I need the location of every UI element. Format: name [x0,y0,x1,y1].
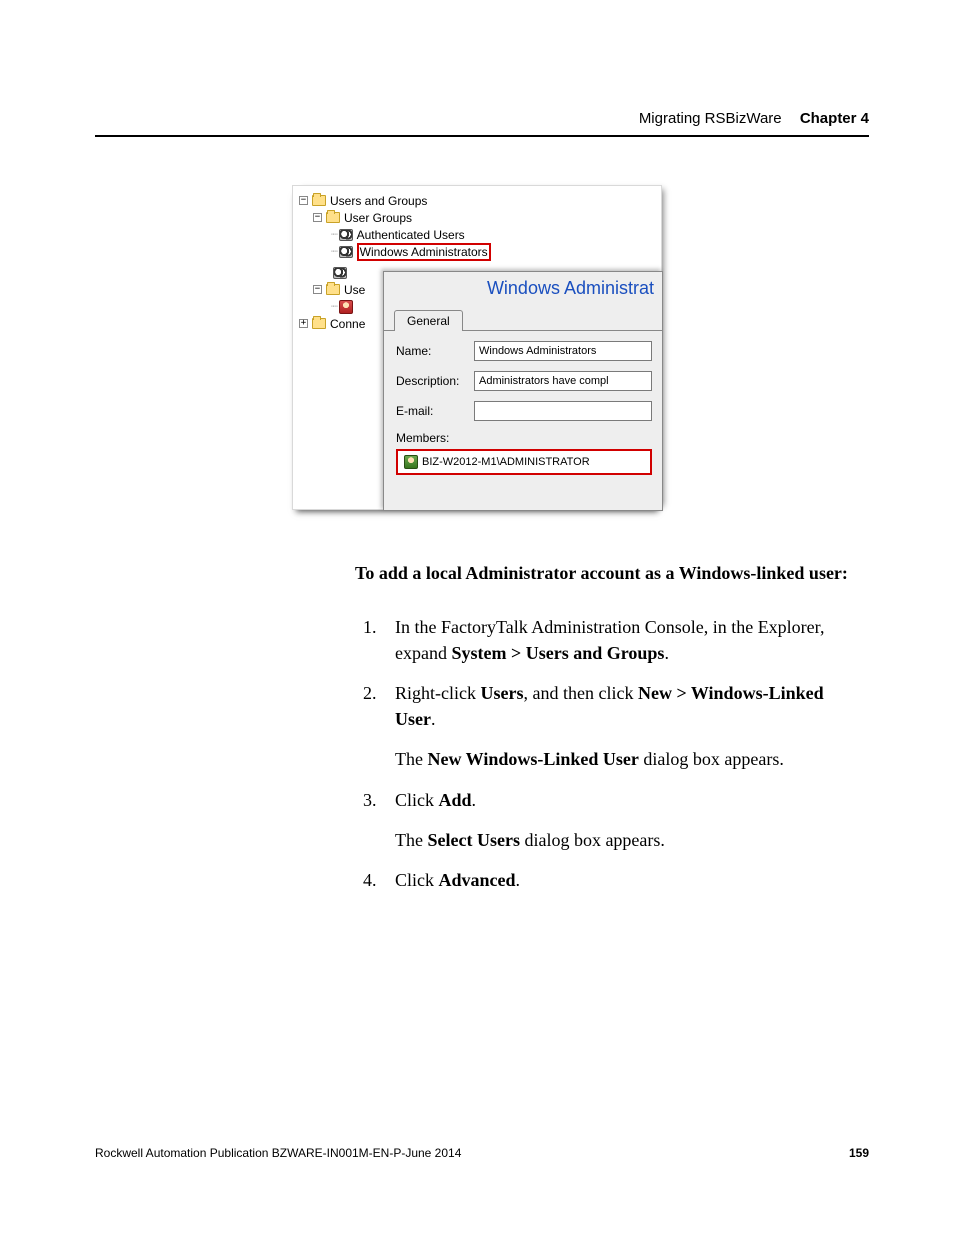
members-list[interactable]: BIZ-W2012-M1\ADMINISTRATOR [396,449,652,475]
description-label: Description: [396,374,474,388]
tree-item-windows-administrators[interactable]: ┈ Windows Administrators [331,243,491,260]
members-label: Members: [396,431,652,445]
tree-label: User Groups [344,211,412,225]
header-title: Migrating RSBizWare [639,110,782,127]
tree-item-user-groups[interactable]: − User Groups [313,209,491,226]
step-4: 4. Click Advanced. [355,867,859,893]
procedure-heading: To add a local Administrator account as … [355,560,859,586]
tree-label-selected: Windows Administrators [357,243,491,261]
step-3: 3. Click Add. The Select Users dialog bo… [355,787,859,853]
field-description: Description: Administrators have compl [396,371,652,391]
tree-connector: ┈ [331,228,337,241]
tree-label: Conne [330,317,365,331]
name-label: Name: [396,344,474,358]
collapse-icon[interactable]: − [313,285,322,294]
folder-icon [312,318,326,329]
properties-panel: Windows Administrat General Name: Window… [383,271,663,511]
body-content: To add a local Administrator account as … [355,560,859,907]
member-entry: BIZ-W2012-M1\ADMINISTRATOR [422,456,590,468]
collapse-icon[interactable]: − [313,213,322,222]
header-chapter: Chapter 4 [800,110,869,127]
user-icon [339,300,353,314]
group-icon [339,246,353,258]
tree-connector: ┈ [331,300,337,313]
tree-connector: ┈ [331,245,337,258]
folder-icon [312,195,326,206]
header-rule [95,135,869,137]
name-input[interactable]: Windows Administrators [474,341,652,361]
folder-icon [326,212,340,223]
group-icon [333,267,347,279]
tab-general[interactable]: General [394,310,463,331]
field-email: E-mail: [396,401,652,421]
expand-icon[interactable]: + [299,319,308,328]
tree-label: Use [344,283,365,297]
step-2: 2. Right-click Users, and then click New… [355,680,859,772]
panel-title: Windows Administrat [384,272,662,309]
page-header: Migrating RSBizWare Chapter 4 [95,110,869,137]
page-footer: Rockwell Automation Publication BZWARE-I… [95,1146,869,1160]
tree-item-authenticated-users[interactable]: ┈ Authenticated Users [331,226,491,243]
header-text: Migrating RSBizWare Chapter 4 [95,110,869,127]
collapse-icon[interactable]: − [299,196,308,205]
field-name: Name: Windows Administrators [396,341,652,361]
tree-label: Users and Groups [330,194,427,208]
description-input[interactable]: Administrators have compl [474,371,652,391]
user-icon [404,455,418,469]
step-1: 1. In the FactoryTalk Administration Con… [355,614,859,666]
tree-item-users-and-groups[interactable]: − Users and Groups [299,192,491,209]
publication-info: Rockwell Automation Publication BZWARE-I… [95,1146,461,1160]
email-input[interactable] [474,401,652,421]
email-label: E-mail: [396,404,474,418]
tab-body: Name: Windows Administrators Description… [384,330,662,483]
folder-icon [326,284,340,295]
procedure-list: 1. In the FactoryTalk Administration Con… [355,614,859,893]
page: Migrating RSBizWare Chapter 4 − Users an… [0,0,954,1235]
group-icon [339,229,353,241]
tree-label: Authenticated Users [357,228,465,242]
figure: − Users and Groups − User Groups ┈ Authe… [292,185,662,510]
page-number: 159 [849,1146,869,1160]
